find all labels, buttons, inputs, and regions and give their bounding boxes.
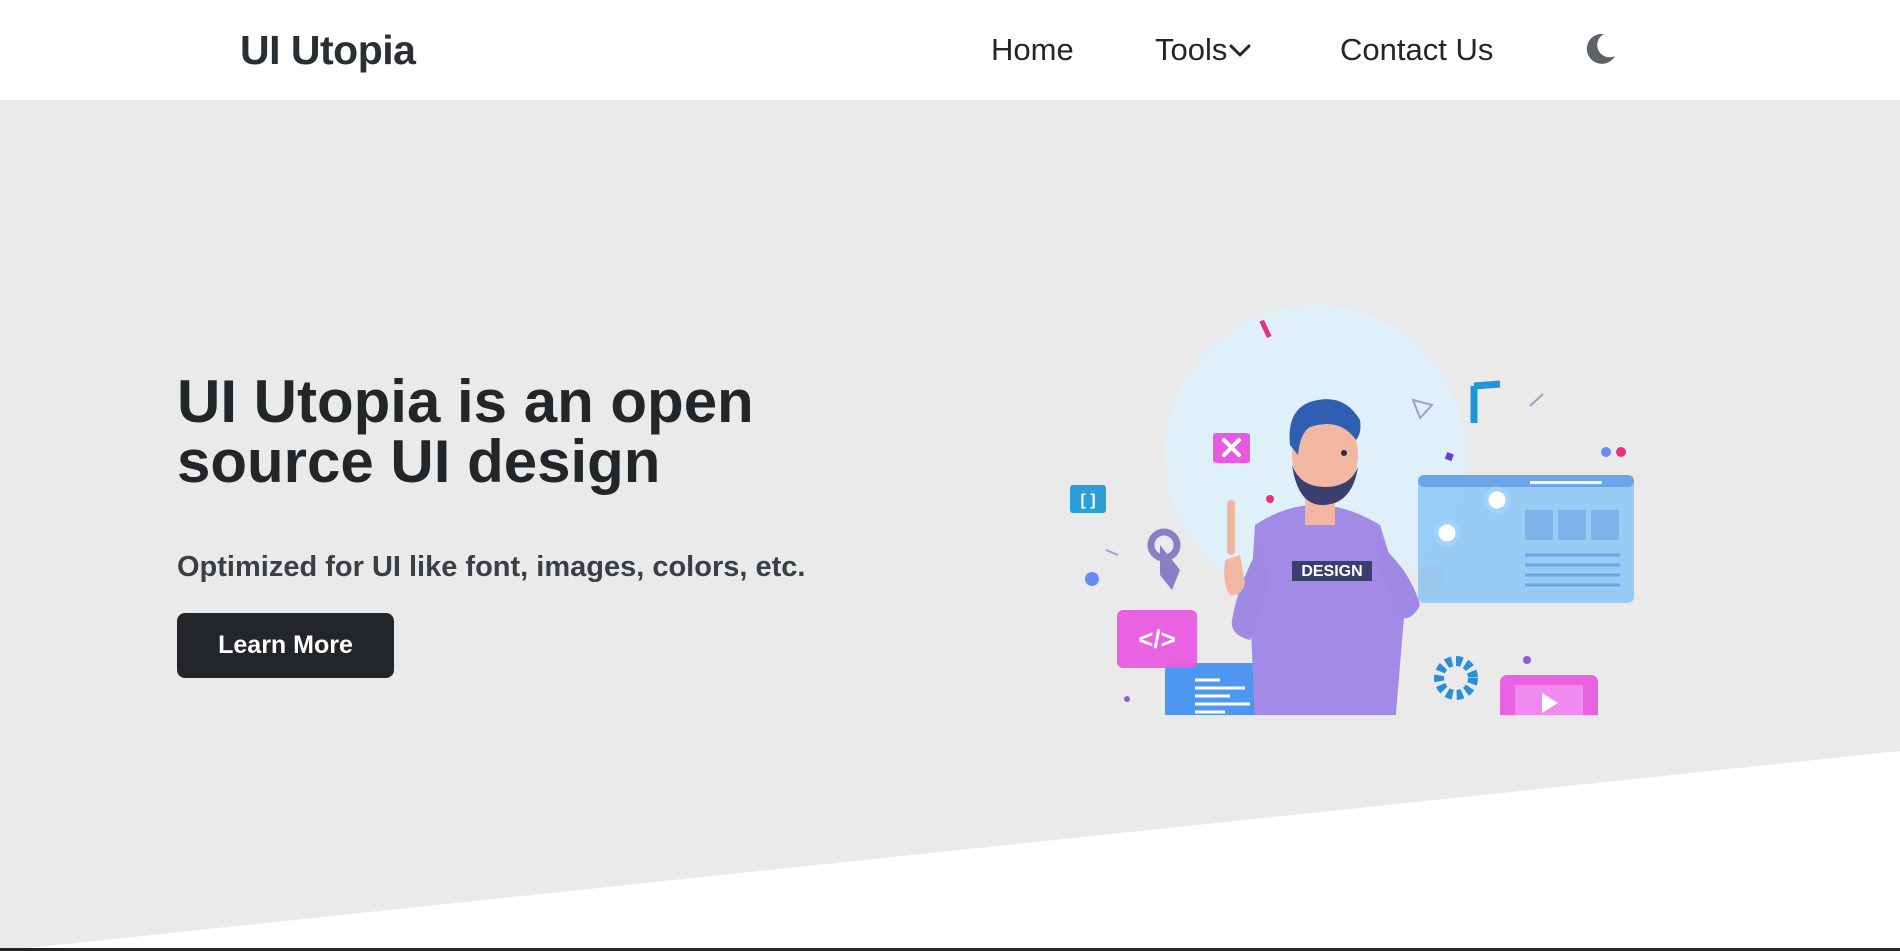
hero-title: UI Utopia is an open source UI design <box>177 372 877 492</box>
nav-tools-label: Tools <box>1155 32 1228 67</box>
moon-icon <box>1586 33 1615 64</box>
hero-title-line1: UI Utopia is an open <box>177 368 754 435</box>
bracket-tag-text: [ ] <box>1080 492 1095 509</box>
navbar: UI Utopia Home Tools Contact Us <box>0 0 1900 100</box>
code-tag-text: </> <box>1138 624 1176 654</box>
hero-title-line2: source UI design <box>177 428 661 495</box>
nav-home-label: Home <box>991 32 1074 67</box>
brand-logo[interactable]: UI Utopia <box>240 24 416 76</box>
hero-subtitle: Optimized for UI like font, images, colo… <box>177 551 806 583</box>
nav-contact-label: Contact Us <box>1340 32 1494 67</box>
nav-contact-link[interactable]: Contact Us <box>1340 30 1493 70</box>
hero-illustration: [ ] DESIGN </> <box>1070 305 1634 715</box>
nav-tools-dropdown[interactable]: Tools <box>1155 30 1251 70</box>
design-shirt-text: DESIGN <box>1301 563 1362 580</box>
nav-home-link[interactable]: Home <box>991 30 1074 70</box>
theme-toggle-button[interactable] <box>1582 31 1618 67</box>
hero-section: UI Utopia is an open source UI design Op… <box>0 100 1900 951</box>
learn-more-button[interactable]: Learn More <box>177 613 394 678</box>
chevron-down-icon <box>1229 44 1251 57</box>
